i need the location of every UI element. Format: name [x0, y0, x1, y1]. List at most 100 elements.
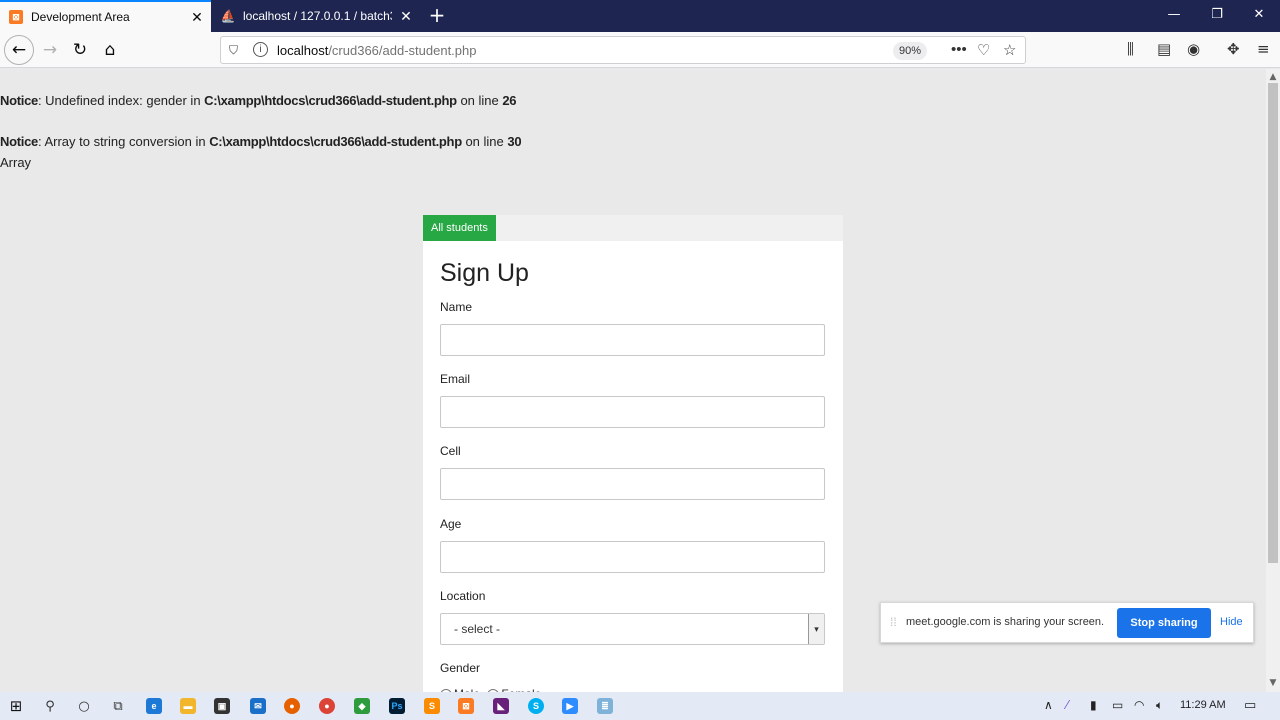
age-input[interactable] [440, 541, 825, 573]
xampp-taskbar-icon[interactable]: ⊠ [458, 698, 474, 714]
notice-label: Notice [0, 134, 38, 149]
name-input[interactable] [440, 324, 825, 356]
edge-icon[interactable]: e [146, 698, 162, 714]
photoshop-icon[interactable]: Ps [389, 698, 405, 714]
forward-button[interactable]: → [36, 36, 64, 64]
sidebar-icon[interactable]: ▤ [1157, 40, 1171, 58]
zoom-level-badge[interactable]: 90% [893, 42, 927, 60]
tracking-shield-icon[interactable]: ⛉ [229, 43, 238, 58]
notice-path: C:\xampp\htdocs\crud366\add-student.php [209, 134, 462, 149]
pen-icon[interactable]: ⁄ [1066, 698, 1068, 712]
address-bar[interactable]: ⛉ i localhost/crud366/add-student.php 90… [220, 36, 1026, 64]
location-selected-value: - select - [454, 622, 501, 636]
card-header: All students [423, 215, 843, 241]
tab-development-area[interactable]: ⊠ Development Area ✕ [0, 0, 211, 32]
firefox-icon[interactable]: ● [284, 698, 300, 714]
scroll-down-icon[interactable]: ▼ [1266, 678, 1280, 688]
reload-icon: ↻ [72, 40, 88, 60]
xampp-icon: ⊠ [9, 10, 23, 24]
chevron-down-icon[interactable]: ▾ [808, 614, 824, 644]
email-label: Email [440, 372, 471, 386]
file-explorer-icon[interactable]: ▬ [180, 698, 196, 714]
php-notice: Notice: Array to string conversion in C:… [0, 134, 522, 149]
signup-card: Sign Up Name Email Cell Age Location - s… [423, 241, 843, 701]
new-tab-button[interactable]: + [426, 4, 448, 28]
form-title: Sign Up [440, 259, 529, 287]
home-icon: ⌂ [104, 40, 116, 60]
visual-studio-icon[interactable]: ◣ [493, 698, 509, 714]
all-students-button[interactable]: All students [423, 215, 496, 241]
scrollbar-thumb[interactable] [1268, 83, 1278, 563]
location-select[interactable]: - select - ▾ [440, 613, 825, 645]
tab-title: localhost / 127.0.0.1 / batch366 [243, 9, 392, 23]
page-actions-icon[interactable]: ••• [951, 41, 967, 58]
site-info-icon[interactable]: i [253, 42, 268, 57]
pocket-icon[interactable]: ♡ [977, 41, 990, 59]
close-tab-icon[interactable]: ✕ [183, 9, 211, 26]
back-arrow-icon: ← [11, 40, 27, 60]
close-tab-icon[interactable]: ✕ [392, 8, 420, 25]
url-path: /crud366/add-student.php [328, 43, 477, 58]
drag-handle-icon[interactable]: ⁞⁞ [890, 615, 897, 629]
notice-text: : Array to string conversion in [37, 134, 210, 149]
menu-icon[interactable]: ≡ [1257, 40, 1270, 58]
usb-icon[interactable]: ▮ [1090, 698, 1097, 712]
screen-sharing-bar: ⁞⁞ meet.google.com is sharing your scree… [880, 602, 1254, 643]
tab-strip: ⊠ Development Area ✕ ⛵ localhost / 127.0… [0, 0, 1280, 32]
search-icon[interactable]: ⚲ [40, 696, 60, 716]
gender-label: Gender [440, 661, 481, 675]
windows-start-icon[interactable]: ⊞ [6, 696, 26, 716]
tab-phpmyadmin[interactable]: ⛵ localhost / 127.0.0.1 / batch366 ✕ [212, 0, 420, 32]
page-scrollbar[interactable]: ▲ ▼ [1266, 69, 1280, 692]
back-button[interactable]: ← [4, 35, 34, 65]
task-view-icon[interactable]: ⧉ [108, 696, 128, 716]
name-label: Name [440, 300, 473, 314]
reload-button[interactable]: ↻ [66, 36, 94, 64]
cell-label: Cell [440, 444, 461, 458]
url-host: localhost [277, 43, 329, 58]
sharing-message: meet.google.com is sharing your screen. [906, 616, 1105, 628]
forward-arrow-icon: → [42, 40, 58, 60]
sublime-merge-icon[interactable]: ◆ [354, 698, 370, 714]
minimize-button[interactable]: — [1153, 0, 1195, 32]
battery-icon[interactable]: ▭ [1112, 698, 1123, 712]
zoom-icon[interactable]: ▶ [562, 698, 578, 714]
age-label: Age [440, 517, 462, 531]
notice-path: C:\xampp\htdocs\crud366\add-student.php [204, 93, 457, 108]
location-label: Location [440, 589, 486, 603]
library-icon[interactable]: ⫼ [1127, 40, 1134, 58]
stop-sharing-button[interactable]: Stop sharing [1117, 608, 1211, 638]
volume-icon[interactable]: 🔈︎ [1156, 698, 1163, 713]
close-window-button[interactable]: ✕ [1238, 0, 1280, 32]
windows-taskbar: ⊞ ⚲ ○ ⧉ e ▬ ▣ ✉ ● ● ◆ Ps S ⊠ ◣ S ▶ ≣ ∧ ⁄… [0, 692, 1280, 720]
show-hidden-icons-icon[interactable]: ∧ [1044, 698, 1053, 712]
store-icon[interactable]: ▣ [214, 698, 230, 714]
chrome-icon[interactable]: ● [319, 698, 335, 714]
page-viewport: Notice: Undefined index: gender in C:\xa… [0, 69, 1266, 701]
notice-text: on line [456, 93, 503, 108]
notice-text: : Undefined index: gender in [37, 93, 205, 108]
notice-text: on line [461, 134, 508, 149]
notice-line: 30 [507, 134, 522, 149]
url-text[interactable]: localhost/crud366/add-student.php [277, 43, 476, 58]
account-icon[interactable]: ◉ [1187, 40, 1200, 58]
extensions-icon[interactable]: ✥ [1227, 40, 1240, 58]
notifications-icon[interactable]: ▭ [1244, 698, 1256, 713]
skype-icon[interactable]: S [528, 698, 544, 714]
taskbar-clock[interactable]: 11:29 AM [1180, 699, 1226, 711]
network-icon[interactable]: ◠ [1134, 698, 1144, 712]
notepad-icon[interactable]: ≣ [597, 698, 613, 714]
email-input[interactable] [440, 396, 825, 428]
restore-button[interactable]: ❐ [1196, 0, 1238, 32]
notice-label: Notice [0, 93, 38, 108]
mail-icon[interactable]: ✉ [250, 698, 266, 714]
scroll-up-icon[interactable]: ▲ [1266, 72, 1280, 82]
home-button[interactable]: ⌂ [96, 36, 124, 64]
sublime-text-icon[interactable]: S [424, 698, 440, 714]
hide-link[interactable]: Hide [1220, 616, 1243, 628]
bookmark-star-icon[interactable]: ☆ [1003, 41, 1016, 59]
cortana-icon[interactable]: ○ [74, 696, 94, 716]
notice-line: 26 [502, 93, 517, 108]
php-notice: Notice: Undefined index: gender in C:\xa… [0, 93, 517, 108]
cell-input[interactable] [440, 468, 825, 500]
